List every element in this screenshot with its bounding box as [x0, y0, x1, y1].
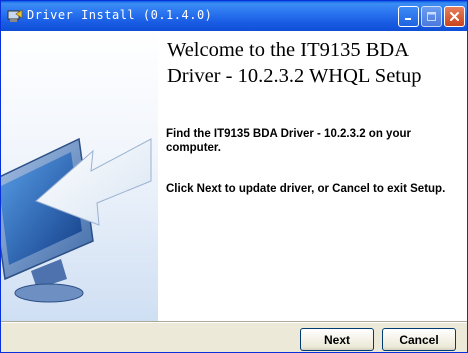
next-button[interactable]: Next: [300, 328, 374, 351]
wizard-sidebar: [1, 31, 158, 321]
minimize-button[interactable]: [398, 6, 419, 27]
wizard-content: Welcome to the IT9135 BDA Driver - 10.2.…: [158, 31, 467, 321]
installer-window: Driver Install (0.1.4.0) Welcome to the …: [0, 0, 468, 353]
title-bar[interactable]: Driver Install (0.1.4.0): [1, 1, 467, 31]
installer-icon: [7, 9, 23, 22]
button-divider: [1, 321, 467, 323]
maximize-button[interactable]: [421, 6, 442, 27]
instruction-text: Click Next to update driver, or Cancel t…: [166, 183, 446, 195]
description-text: Find the IT9135 BDA Driver - 10.2.3.2 on…: [166, 128, 411, 154]
maximize-icon: [427, 12, 436, 21]
close-button[interactable]: [444, 6, 465, 27]
close-icon: [450, 12, 459, 21]
minimize-icon: [405, 18, 411, 20]
window-title: Driver Install (0.1.4.0): [27, 8, 213, 22]
welcome-heading: Welcome to the IT9135 BDA Driver - 10.2.…: [167, 39, 422, 87]
cancel-button[interactable]: Cancel: [382, 328, 456, 351]
monitor-arrow-icon: [1, 137, 152, 303]
